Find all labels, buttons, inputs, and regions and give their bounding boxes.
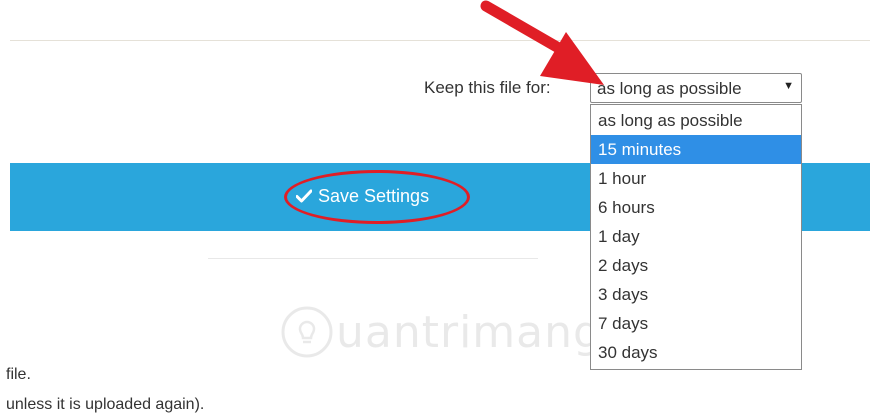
option-1-day[interactable]: 1 day [591, 222, 801, 251]
body-text-line-1: file. [6, 366, 31, 383]
option-15-minutes[interactable]: 15 minutes [591, 135, 801, 164]
option-30-days[interactable]: 30 days [591, 338, 801, 367]
option-2-days[interactable]: 2 days [591, 251, 801, 280]
watermark: uantrimang [280, 305, 602, 359]
section-divider [208, 258, 538, 259]
watermark-text: uantrimang [336, 306, 602, 358]
option-3-days[interactable]: 3 days [591, 280, 801, 309]
top-divider [10, 40, 870, 41]
lightbulb-icon [281, 306, 333, 358]
option-6-hours[interactable]: 6 hours [591, 193, 801, 222]
caret-down-icon: ▼ [783, 80, 794, 92]
annotation-ellipse [284, 170, 470, 224]
body-text-line-2: unless it is uploaded again). [6, 396, 205, 413]
option-1-hour[interactable]: 1 hour [591, 164, 801, 193]
option-7-days[interactable]: 7 days [591, 309, 801, 338]
red-arrow-annotation [480, 0, 604, 85]
option-as-long-as-possible[interactable]: as long as possible [591, 106, 801, 135]
duration-options-list[interactable]: as long as possible 15 minutes 1 hour 6 … [590, 104, 802, 370]
